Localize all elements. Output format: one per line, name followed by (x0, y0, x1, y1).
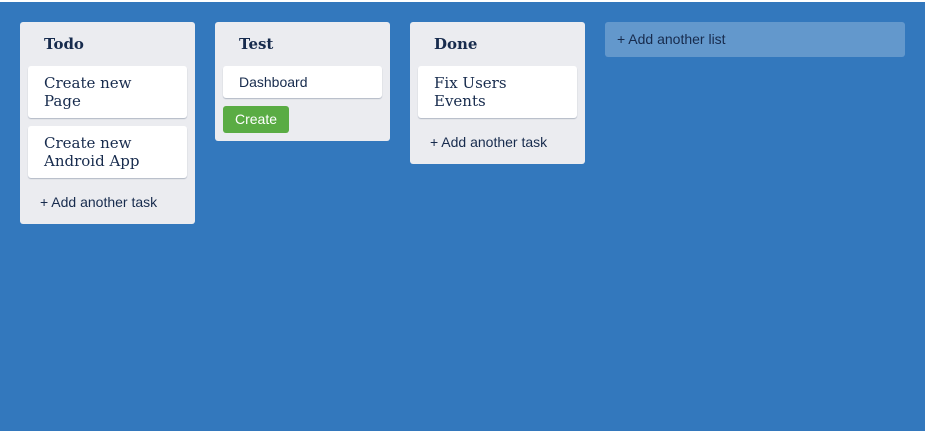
card-fix-users-events[interactable]: Fix Users Events (418, 66, 577, 118)
list-test: Test Dashboard Create (215, 22, 390, 141)
board: Todo Create new Page Create new Android … (0, 2, 925, 431)
add-task-container: + Add another task (414, 126, 581, 160)
card-create-new-android-app[interactable]: Create new Android App (28, 126, 187, 178)
card-dashboard-input[interactable]: Dashboard (223, 66, 382, 98)
add-task-container: + Add another task (24, 186, 191, 220)
add-task-button[interactable]: + Add another task (24, 192, 191, 214)
add-list-button[interactable]: + Add another list (605, 22, 905, 57)
card-create-new-page[interactable]: Create new Page (28, 66, 187, 118)
add-task-button[interactable]: + Add another task (414, 132, 581, 154)
create-button[interactable]: Create (223, 106, 290, 133)
list-title[interactable]: Done (410, 22, 585, 66)
list-title[interactable]: Test (215, 22, 390, 66)
list-title[interactable]: Todo (20, 22, 195, 66)
list-todo: Todo Create new Page Create new Android … (20, 22, 195, 224)
list-done: Done Fix Users Events + Add another task (410, 22, 585, 164)
